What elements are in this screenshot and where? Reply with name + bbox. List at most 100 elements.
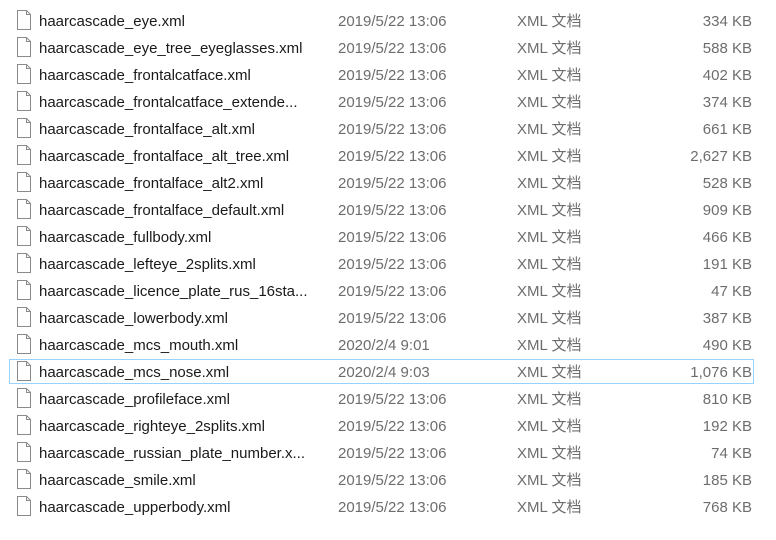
file-type: XML 文档 xyxy=(517,337,582,354)
file-name[interactable]: haarcascade_fullbody.xml xyxy=(39,224,324,251)
document-icon xyxy=(17,253,31,273)
file-type: XML 文档 xyxy=(517,13,582,30)
file-type: XML 文档 xyxy=(517,364,582,381)
document-icon xyxy=(17,145,31,165)
file-row[interactable]: haarcascade_eye.xml 2019/5/22 13:06 XML … xyxy=(0,8,776,35)
document-icon xyxy=(17,199,31,219)
file-modified-date: 2019/5/22 13:06 xyxy=(338,283,447,300)
file-name[interactable]: haarcascade_righteye_2splits.xml xyxy=(39,413,324,440)
file-row[interactable]: haarcascade_licence_plate_rus_16sta... 2… xyxy=(0,278,776,305)
file-size: 466 KB xyxy=(702,229,752,246)
file-type: XML 文档 xyxy=(517,121,582,138)
file-modified-date: 2019/5/22 13:06 xyxy=(338,472,447,489)
document-icon xyxy=(17,91,31,111)
document-icon xyxy=(17,226,31,246)
file-modified-date: 2019/5/22 13:06 xyxy=(338,121,447,138)
file-name[interactable]: haarcascade_upperbody.xml xyxy=(39,494,324,521)
file-row[interactable]: haarcascade_russian_plate_number.x... 20… xyxy=(0,440,776,467)
file-name[interactable]: haarcascade_mcs_mouth.xml xyxy=(39,332,324,359)
file-name[interactable]: haarcascade_mcs_nose.xml xyxy=(39,359,324,386)
file-name[interactable]: haarcascade_eye.xml xyxy=(39,8,324,35)
file-name[interactable]: haarcascade_profileface.xml xyxy=(39,386,324,413)
file-name[interactable]: haarcascade_licence_plate_rus_16sta... xyxy=(39,278,324,305)
file-size: 490 KB xyxy=(702,337,752,354)
document-icon xyxy=(17,280,31,300)
document-icon xyxy=(17,37,31,57)
file-name[interactable]: haarcascade_frontalface_alt.xml xyxy=(39,116,324,143)
file-type: XML 文档 xyxy=(517,202,582,219)
file-row[interactable]: haarcascade_lowerbody.xml 2019/5/22 13:0… xyxy=(0,305,776,332)
file-row[interactable]: haarcascade_upperbody.xml 2019/5/22 13:0… xyxy=(0,494,776,521)
file-type: XML 文档 xyxy=(517,40,582,57)
document-icon xyxy=(17,442,31,462)
file-type: XML 文档 xyxy=(517,310,582,327)
file-name[interactable]: haarcascade_frontalface_alt2.xml xyxy=(39,170,324,197)
document-icon xyxy=(17,388,31,408)
document-icon xyxy=(17,415,31,435)
file-row[interactable]: haarcascade_mcs_nose.xml 2020/2/4 9:03 X… xyxy=(0,359,776,386)
file-type: XML 文档 xyxy=(517,94,582,111)
file-row[interactable]: haarcascade_frontalcatface.xml 2019/5/22… xyxy=(0,62,776,89)
file-modified-date: 2019/5/22 13:06 xyxy=(338,67,447,84)
file-size: 74 KB xyxy=(711,445,752,462)
document-icon xyxy=(17,10,31,30)
file-modified-date: 2019/5/22 13:06 xyxy=(338,148,447,165)
file-size: 909 KB xyxy=(702,202,752,219)
file-name[interactable]: haarcascade_lefteye_2splits.xml xyxy=(39,251,324,278)
file-type: XML 文档 xyxy=(517,445,582,462)
file-modified-date: 2019/5/22 13:06 xyxy=(338,229,447,246)
file-row[interactable]: haarcascade_mcs_mouth.xml 2020/2/4 9:01 … xyxy=(0,332,776,359)
file-size: 661 KB xyxy=(702,121,752,138)
file-row[interactable]: haarcascade_fullbody.xml 2019/5/22 13:06… xyxy=(0,224,776,251)
file-name[interactable]: haarcascade_smile.xml xyxy=(39,467,324,494)
file-size: 374 KB xyxy=(702,94,752,111)
file-type: XML 文档 xyxy=(517,499,582,516)
file-type: XML 文档 xyxy=(517,418,582,435)
document-icon xyxy=(17,496,31,516)
document-icon xyxy=(17,172,31,192)
file-row[interactable]: haarcascade_righteye_2splits.xml 2019/5/… xyxy=(0,413,776,440)
document-icon xyxy=(17,334,31,354)
file-size: 1,076 KB xyxy=(690,364,752,381)
file-modified-date: 2019/5/22 13:06 xyxy=(338,40,447,57)
file-modified-date: 2019/5/22 13:06 xyxy=(338,310,447,327)
file-modified-date: 2019/5/22 13:06 xyxy=(338,94,447,111)
file-size: 402 KB xyxy=(702,67,752,84)
file-modified-date: 2019/5/22 13:06 xyxy=(338,202,447,219)
file-modified-date: 2019/5/22 13:06 xyxy=(338,256,447,273)
file-modified-date: 2019/5/22 13:06 xyxy=(338,445,447,462)
file-name[interactable]: haarcascade_frontalface_alt_tree.xml xyxy=(39,143,324,170)
file-name[interactable]: haarcascade_lowerbody.xml xyxy=(39,305,324,332)
file-type: XML 文档 xyxy=(517,391,582,408)
file-modified-date: 2019/5/22 13:06 xyxy=(338,391,447,408)
file-type: XML 文档 xyxy=(517,175,582,192)
file-size: 810 KB xyxy=(702,391,752,408)
file-name[interactable]: haarcascade_frontalface_default.xml xyxy=(39,197,324,224)
file-size: 47 KB xyxy=(711,283,752,300)
file-name[interactable]: haarcascade_frontalcatface.xml xyxy=(39,62,324,89)
file-row[interactable]: haarcascade_frontalface_default.xml 2019… xyxy=(0,197,776,224)
file-name[interactable]: haarcascade_eye_tree_eyeglasses.xml xyxy=(39,35,324,62)
document-icon xyxy=(17,64,31,84)
document-icon xyxy=(17,469,31,489)
file-row[interactable]: haarcascade_frontalcatface_extende... 20… xyxy=(0,89,776,116)
file-modified-date: 2019/5/22 13:06 xyxy=(338,13,447,30)
file-name[interactable]: haarcascade_russian_plate_number.x... xyxy=(39,440,324,467)
file-row[interactable]: haarcascade_frontalface_alt.xml 2019/5/2… xyxy=(0,116,776,143)
file-row[interactable]: haarcascade_frontalface_alt2.xml 2019/5/… xyxy=(0,170,776,197)
file-name[interactable]: haarcascade_frontalcatface_extende... xyxy=(39,89,324,116)
file-type: XML 文档 xyxy=(517,472,582,489)
file-type: XML 文档 xyxy=(517,283,582,300)
file-row[interactable]: haarcascade_lefteye_2splits.xml 2019/5/2… xyxy=(0,251,776,278)
file-type: XML 文档 xyxy=(517,67,582,84)
document-icon xyxy=(17,361,31,381)
file-row[interactable]: haarcascade_smile.xml 2019/5/22 13:06 XM… xyxy=(0,467,776,494)
file-row[interactable]: haarcascade_profileface.xml 2019/5/22 13… xyxy=(0,386,776,413)
file-type: XML 文档 xyxy=(517,256,582,273)
file-size: 334 KB xyxy=(702,13,752,30)
file-row[interactable]: haarcascade_eye_tree_eyeglasses.xml 2019… xyxy=(0,35,776,62)
file-modified-date: 2020/2/4 9:01 xyxy=(338,337,430,354)
file-row[interactable]: haarcascade_frontalface_alt_tree.xml 201… xyxy=(0,143,776,170)
file-modified-date: 2020/2/4 9:03 xyxy=(338,364,430,381)
file-size: 2,627 KB xyxy=(690,148,752,165)
